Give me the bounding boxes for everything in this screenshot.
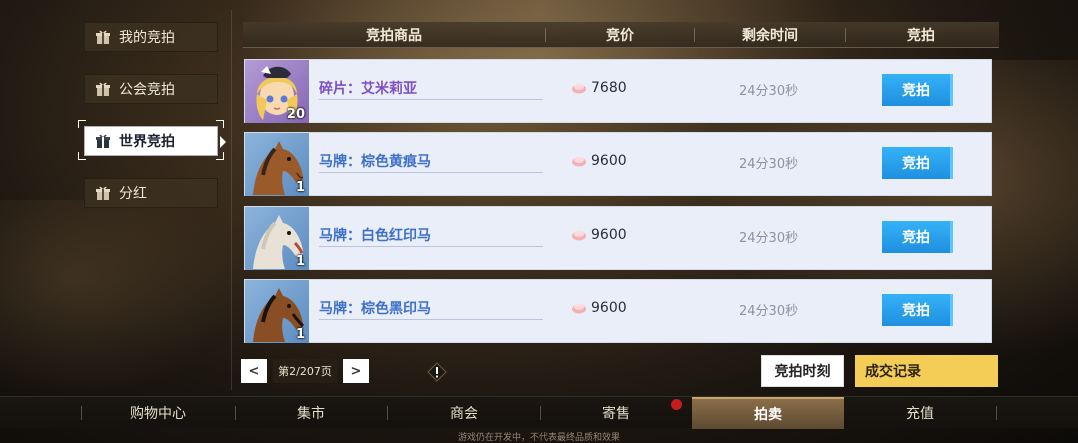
table-row: 1 马牌：白色红印马 9600 24分30秒 竞拍 [244, 206, 992, 270]
chevron-left-icon: < [248, 363, 260, 379]
item-count: 1 [295, 327, 305, 342]
sidebar-item-world-bids[interactable]: 世界竞拍 [84, 126, 226, 156]
currency-icon [572, 231, 586, 241]
selection-corner [78, 152, 86, 160]
notification-dot [671, 399, 682, 410]
remaining-time: 24分30秒 [739, 231, 799, 246]
currency-icon [572, 157, 586, 167]
remaining-time: 24分30秒 [739, 304, 799, 319]
table-row: 20 碎片：艾米莉亚 7680 24分30秒 竞拍 [244, 59, 992, 123]
price-cell: 9600 [571, 227, 627, 243]
nav-auction[interactable]: 拍卖 [692, 397, 844, 429]
bottom-nav: 购物中心 集市 商会 寄售 拍卖 充值 [0, 396, 1078, 429]
nav-recharge[interactable]: 充值 [845, 397, 995, 429]
gift-icon [96, 134, 110, 148]
price-cell: 7680 [571, 80, 627, 96]
item-name: 马牌：棕色黑印马 [319, 298, 543, 320]
item-name: 马牌：白色红印马 [319, 225, 543, 247]
bid-button[interactable]: 竞拍 [882, 221, 953, 253]
selection-corner [216, 152, 224, 160]
table-row: 1 马牌：棕色黑印马 9600 24分30秒 竞拍 [244, 279, 992, 343]
column-header-time: 剩余时间 [742, 27, 798, 44]
divider [231, 10, 232, 390]
bid-schedule-button[interactable]: 竞拍时刻 [761, 355, 844, 387]
nav-shopping-center[interactable]: 购物中心 [82, 397, 234, 429]
sidebar-item-label: 世界竞拍 [119, 134, 175, 150]
table-row: 1 马牌：棕色黄痕马 9600 24分30秒 竞拍 [244, 132, 992, 196]
bid-button[interactable]: 竞拍 [882, 74, 953, 106]
nav-market[interactable]: 集市 [236, 397, 386, 429]
item-thumbnail: 1 [245, 207, 309, 270]
page-indicator: 第2/207页 [273, 359, 337, 383]
item-count: 20 [286, 107, 305, 122]
sidebar-item-my-bids[interactable]: 我的竞拍 [84, 22, 218, 52]
sidebar-item-guild-bids[interactable]: 公会竞拍 [84, 74, 218, 104]
column-header-item: 竞拍商品 [366, 27, 422, 44]
item-count: 1 [295, 180, 305, 195]
sidebar-item-label: 公会竞拍 [119, 82, 175, 98]
item-thumbnail: 1 [245, 133, 309, 196]
price-cell: 9600 [571, 153, 627, 169]
item-thumbnail: 1 [245, 280, 309, 343]
price-value: 9600 [591, 300, 627, 316]
currency-icon [572, 84, 586, 94]
item-name: 马牌：棕色黄痕马 [319, 151, 543, 173]
dev-disclaimer: 游戏仍在开发中，不代表最终品质和效果 [457, 433, 620, 443]
nav-consignment[interactable]: 寄售 [541, 397, 691, 429]
nav-chamber[interactable]: 商会 [388, 397, 540, 429]
pagination: < 第2/207页 > [241, 359, 369, 383]
divider [996, 406, 997, 420]
sidebar-item-label: 我的竞拍 [119, 30, 175, 46]
item-thumbnail: 20 [245, 60, 309, 123]
item-count: 1 [295, 254, 305, 269]
transaction-record-button[interactable]: 成交记录 [855, 355, 998, 387]
price-cell: 9600 [571, 300, 627, 316]
selection-corner [216, 120, 224, 128]
item-name: 碎片：艾米莉亚 [319, 78, 543, 100]
bid-button[interactable]: 竞拍 [882, 294, 953, 326]
column-header-bid: 竞拍 [907, 27, 935, 44]
gift-icon [96, 186, 110, 200]
bid-button[interactable]: 竞拍 [882, 147, 953, 179]
remaining-time: 24分30秒 [739, 84, 799, 99]
table-header: 竞拍商品 竞价 剩余时间 竞拍 [243, 22, 999, 48]
info-icon[interactable] [427, 362, 447, 382]
sidebar-item-dividends[interactable]: 分红 [84, 178, 218, 208]
currency-icon [572, 304, 586, 314]
background-glow [0, 200, 240, 400]
selection-corner [78, 120, 86, 128]
price-value: 9600 [591, 227, 627, 243]
next-page-button[interactable]: > [343, 359, 369, 383]
price-value: 7680 [591, 80, 627, 96]
gift-icon [96, 82, 110, 96]
price-value: 9600 [591, 153, 627, 169]
chevron-right-icon: > [350, 363, 362, 379]
column-header-price: 竞价 [606, 27, 634, 44]
gift-icon [96, 30, 110, 44]
prev-page-button[interactable]: < [241, 359, 267, 383]
remaining-time: 24分30秒 [739, 157, 799, 172]
sidebar-item-label: 分红 [119, 186, 147, 202]
